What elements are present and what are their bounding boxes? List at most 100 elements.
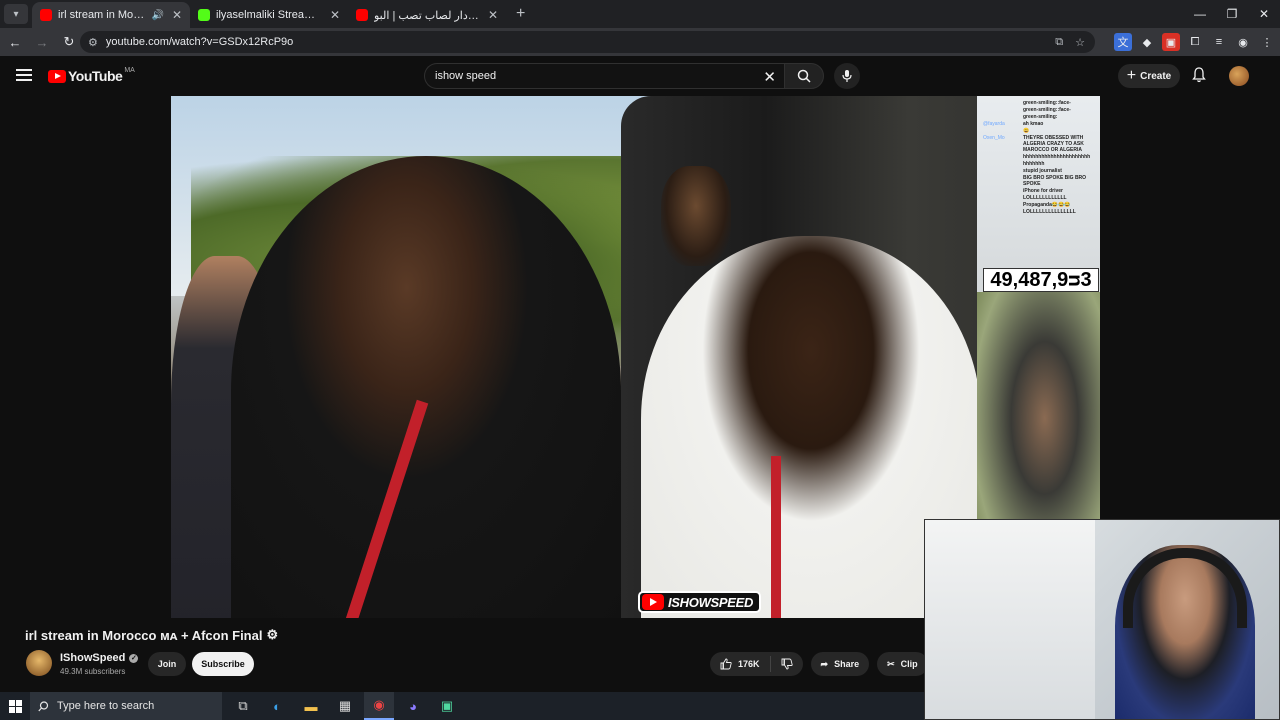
viewer-counter: 49,487,9ᴝ3 xyxy=(983,268,1099,292)
account-avatar[interactable] xyxy=(1229,66,1249,86)
tab-search-icon[interactable]: ▾ xyxy=(4,4,28,24)
chat-message: iPhone for driver xyxy=(1023,188,1064,194)
clip-button[interactable]: ✂ Clip xyxy=(877,652,928,676)
install-app-icon[interactable]: ⧉ xyxy=(1055,36,1063,49)
windows-start-icon[interactable] xyxy=(0,692,30,720)
search-button[interactable] xyxy=(784,63,824,89)
webcam-background-wall xyxy=(925,520,1095,719)
task-view-icon[interactable]: ⧉ xyxy=(228,692,258,720)
dislike-button[interactable] xyxy=(771,658,803,670)
discord-icon[interactable]: ◕ xyxy=(398,692,428,720)
youtube-play-icon xyxy=(48,69,66,83)
share-button[interactable]: ➦ Share xyxy=(810,652,870,676)
chat-message: green-smiling::face- xyxy=(1023,107,1071,113)
webcam-overlay xyxy=(924,519,1280,720)
new-tab-icon[interactable]: + xyxy=(516,5,525,23)
microphone-icon xyxy=(842,70,852,82)
windows-taskbar: Type here to search ⧉ ◐ ▬ ▦ ◉ ◕ ▣ xyxy=(0,692,924,720)
channel-name[interactable]: IShowSpeed ✓ xyxy=(60,652,139,664)
site-info-icon[interactable]: ⚙ xyxy=(88,36,98,49)
chat-message: Propaganda😂😂😂 xyxy=(1023,202,1071,208)
tab-youtube-stream[interactable]: irl stream in Morocco ᴍᴀ + 🔊 ✕ xyxy=(32,2,190,28)
subscribe-button[interactable]: Subscribe xyxy=(192,652,254,676)
profile-icon[interactable]: ◉ xyxy=(1234,33,1252,51)
app-icon[interactable]: ▣ xyxy=(432,692,462,720)
youtube-favicon-icon xyxy=(40,9,52,21)
restore-icon[interactable]: ❐ xyxy=(1216,0,1248,28)
tab-youtube-video[interactable]: عمر تيستو دار لصاب تصب | البو... ✕ xyxy=(348,2,506,28)
speaker-icon[interactable]: 🔊 xyxy=(151,10,163,21)
kick-favicon-icon xyxy=(198,9,210,21)
taskbar-apps: ⧉ ◐ ▬ ▦ ◉ ◕ ▣ xyxy=(228,692,462,720)
notifications-bell-icon[interactable] xyxy=(1192,67,1206,83)
youtube-favicon-icon xyxy=(356,9,368,21)
taskbar-search-input[interactable]: Type here to search xyxy=(30,692,222,720)
share-arrow-icon: ➦ xyxy=(820,658,829,669)
youtube-header: YouTube MA ishow speed ✕ + Create xyxy=(0,56,1280,96)
close-tab-icon[interactable]: ✕ xyxy=(488,8,498,22)
hamburger-menu-icon[interactable] xyxy=(16,69,32,81)
media-control-icon[interactable]: ≡ xyxy=(1210,33,1228,51)
search-icon xyxy=(38,700,49,711)
window-controls: — ❐ ✕ xyxy=(1184,0,1280,28)
microsoft-store-icon[interactable]: ▦ xyxy=(330,692,360,720)
chat-message: green-smiling::face- xyxy=(1023,100,1071,106)
search-icon xyxy=(797,69,811,83)
forward-icon[interactable]: → xyxy=(30,30,54,54)
minimize-icon[interactable]: — xyxy=(1184,0,1216,28)
search-input[interactable]: ishow speed ✕ xyxy=(424,63,784,89)
chat-message: 😀 xyxy=(1023,128,1030,134)
youtube-play-icon xyxy=(642,594,664,610)
chat-message: stupid journalist xyxy=(1023,168,1062,174)
browser-toolbar: ← → ↻ ⚙ youtube.com/watch?v=GSDx12RcP9o … xyxy=(0,28,1280,56)
more-menu-icon[interactable]: ⋮ xyxy=(1258,33,1276,51)
thumbs-up-icon xyxy=(720,658,732,670)
voice-search-button[interactable] xyxy=(834,63,860,89)
thumbs-down-icon xyxy=(781,658,793,670)
file-explorer-icon[interactable]: ▬ xyxy=(296,692,326,720)
video-frame-bodyguard xyxy=(231,156,621,618)
create-button[interactable]: + Create xyxy=(1118,64,1180,88)
browser-tabstrip: ▾ irl stream in Morocco ᴍᴀ + 🔊 ✕ ilyasel… xyxy=(0,0,1280,28)
chat-message: hhhhhhh xyxy=(1023,161,1045,167)
channel-avatar[interactable] xyxy=(26,650,52,676)
channel-watermark: ISHOWSPEED xyxy=(638,591,762,613)
video-frame-lanyard xyxy=(771,456,781,618)
url-text[interactable]: youtube.com/watch?v=GSDx12RcP9o xyxy=(106,36,293,48)
video-actions: 176K ➦ Share ✂ Clip xyxy=(710,652,928,676)
chat-message: hhhhhhhhhhhhhhhhhhhhhh xyxy=(1023,154,1091,160)
chat-message: green-smiling: xyxy=(1023,114,1058,120)
scissors-icon: ✂ xyxy=(887,658,895,669)
video-title: irl stream in Morocco ᴍᴀ + Afcon Final ⚙ xyxy=(25,627,279,643)
chat-message: LOLLLLLLLLLLLL xyxy=(1023,195,1067,201)
verified-check-icon: ✓ xyxy=(129,653,139,663)
like-dislike-group: 176K xyxy=(710,652,803,676)
video-frame-passenger xyxy=(661,166,731,266)
youtube-logo[interactable]: YouTube MA xyxy=(48,67,135,84)
diamond-extension-icon[interactable]: ◆ xyxy=(1138,33,1156,51)
chrome-browser-icon[interactable]: ◉ xyxy=(364,692,394,720)
plus-icon: + xyxy=(1126,67,1137,84)
back-icon[interactable]: ← xyxy=(3,30,27,54)
like-button[interactable]: 176K xyxy=(710,656,771,672)
red-extension-icon[interactable]: ▣ xyxy=(1162,33,1180,51)
settings-gear-icon: ⚙ xyxy=(266,627,279,642)
address-bar[interactable]: ⚙ youtube.com/watch?v=GSDx12RcP9o ⧉ ☆ xyxy=(80,31,1095,53)
chat-message: @fayarda ah kmao xyxy=(983,121,1044,127)
bookmark-star-icon[interactable]: ☆ xyxy=(1075,36,1085,49)
close-tab-icon[interactable]: ✕ xyxy=(330,8,340,22)
close-tab-icon[interactable]: ✕ xyxy=(172,8,182,22)
close-window-icon[interactable]: ✕ xyxy=(1248,0,1280,28)
reload-icon[interactable]: ↻ xyxy=(57,30,81,54)
tab-kick-stream[interactable]: ilyaselmaliki Stream - Watch Liv ✕ xyxy=(190,2,348,28)
subscriber-count: 49.3M subscribers xyxy=(60,667,126,676)
translate-extension-icon[interactable]: 文 xyxy=(1114,33,1132,51)
chat-message: BIG BRO SPOKE BIG BRO SPOKE xyxy=(1023,175,1087,187)
puzzle-extensions-icon[interactable]: ⧠ xyxy=(1186,33,1204,51)
join-button[interactable]: Join xyxy=(148,652,186,676)
stream-chat-overlay: green-smiling::face- green-smiling::face… xyxy=(979,96,1100,266)
chat-message: Oxen_Mo THEYRE OBESSED WITH ALGERIA CRAZY… xyxy=(983,135,1084,153)
clear-search-icon[interactable]: ✕ xyxy=(763,68,776,86)
edge-browser-icon[interactable]: ◐ xyxy=(262,692,292,720)
chat-message: LOLLLLLLLLLLLLLLL xyxy=(1023,209,1076,215)
